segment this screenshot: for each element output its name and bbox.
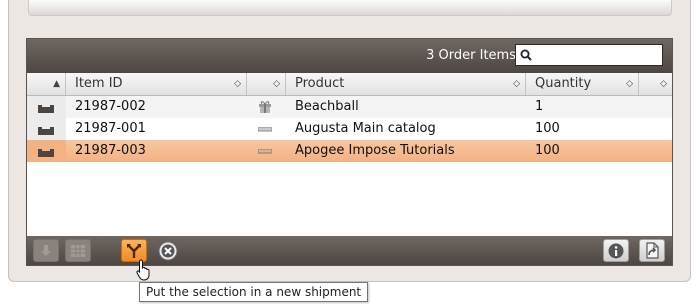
grid-button[interactable]	[65, 239, 91, 262]
column-header-item-id[interactable]: Item ID ◇	[66, 73, 247, 95]
box-icon	[38, 127, 54, 135]
table-row[interactable]: 21987-002 Beachball 1	[27, 96, 672, 118]
sort-icon: ◇	[660, 79, 667, 89]
quantity: 1	[535, 99, 544, 114]
product-name: Beachball	[295, 99, 359, 114]
order-count: 3 Order Items	[426, 48, 516, 63]
info-button[interactable]	[603, 239, 629, 262]
search-box[interactable]	[515, 44, 663, 66]
table-row-selected[interactable]: 21987-003 Apogee Impose Tutorials 100	[27, 140, 672, 162]
column-header-quantity[interactable]: Quantity ◇	[526, 73, 639, 95]
column-header-icon[interactable]: ▲	[27, 73, 66, 95]
sort-icon: ◇	[234, 79, 241, 89]
item-id: 21987-002	[75, 99, 146, 114]
box-icon	[38, 105, 54, 113]
document-icon	[258, 149, 272, 154]
search-input[interactable]	[536, 47, 658, 63]
product-name: Apogee Impose Tutorials	[295, 143, 455, 158]
table-header: ▲ Item ID ◇ ◇ Product ◇ Quantity ◇ ◇	[27, 73, 672, 96]
document-icon	[258, 127, 272, 132]
item-id: 21987-003	[75, 143, 146, 158]
table-row[interactable]: 21987-001 Augusta Main catalog 100	[27, 118, 672, 140]
quantity: 100	[535, 143, 560, 158]
panel-titlebar: 3 Order Items	[27, 39, 672, 73]
column-header-product[interactable]: Product ◇	[286, 73, 526, 95]
move-down-icon	[41, 244, 51, 256]
info-icon	[608, 243, 624, 258]
quantity: 100	[535, 121, 560, 136]
export-document-icon	[646, 242, 659, 259]
hand-cursor-icon	[136, 259, 150, 281]
product-name: Augusta Main catalog	[295, 121, 436, 136]
grid-icon	[71, 244, 85, 257]
sort-icon: ◇	[513, 79, 520, 89]
remove-icon	[158, 241, 178, 260]
search-icon	[520, 49, 532, 61]
sort-icon: ◇	[273, 79, 280, 89]
remove-button[interactable]	[155, 239, 181, 262]
column-header-extra[interactable]: ◇	[639, 73, 672, 95]
split-shipment-icon	[127, 243, 141, 258]
box-icon	[38, 149, 54, 157]
export-document-button[interactable]	[639, 239, 665, 262]
column-header-type[interactable]: ◇	[247, 73, 286, 95]
sort-asc-icon: ▲	[53, 79, 60, 89]
panel-toolbar	[27, 236, 672, 265]
top-strip	[28, 0, 672, 16]
item-id: 21987-001	[75, 121, 146, 136]
order-items-panel: 3 Order Items ▲ Item ID ◇ ◇ Product ◇ Qu…	[26, 38, 673, 266]
sort-icon: ◇	[626, 79, 633, 89]
tooltip: Put the selection in a new shipment	[139, 282, 369, 302]
gift-icon	[259, 101, 271, 113]
move-down-button[interactable]	[33, 239, 59, 262]
